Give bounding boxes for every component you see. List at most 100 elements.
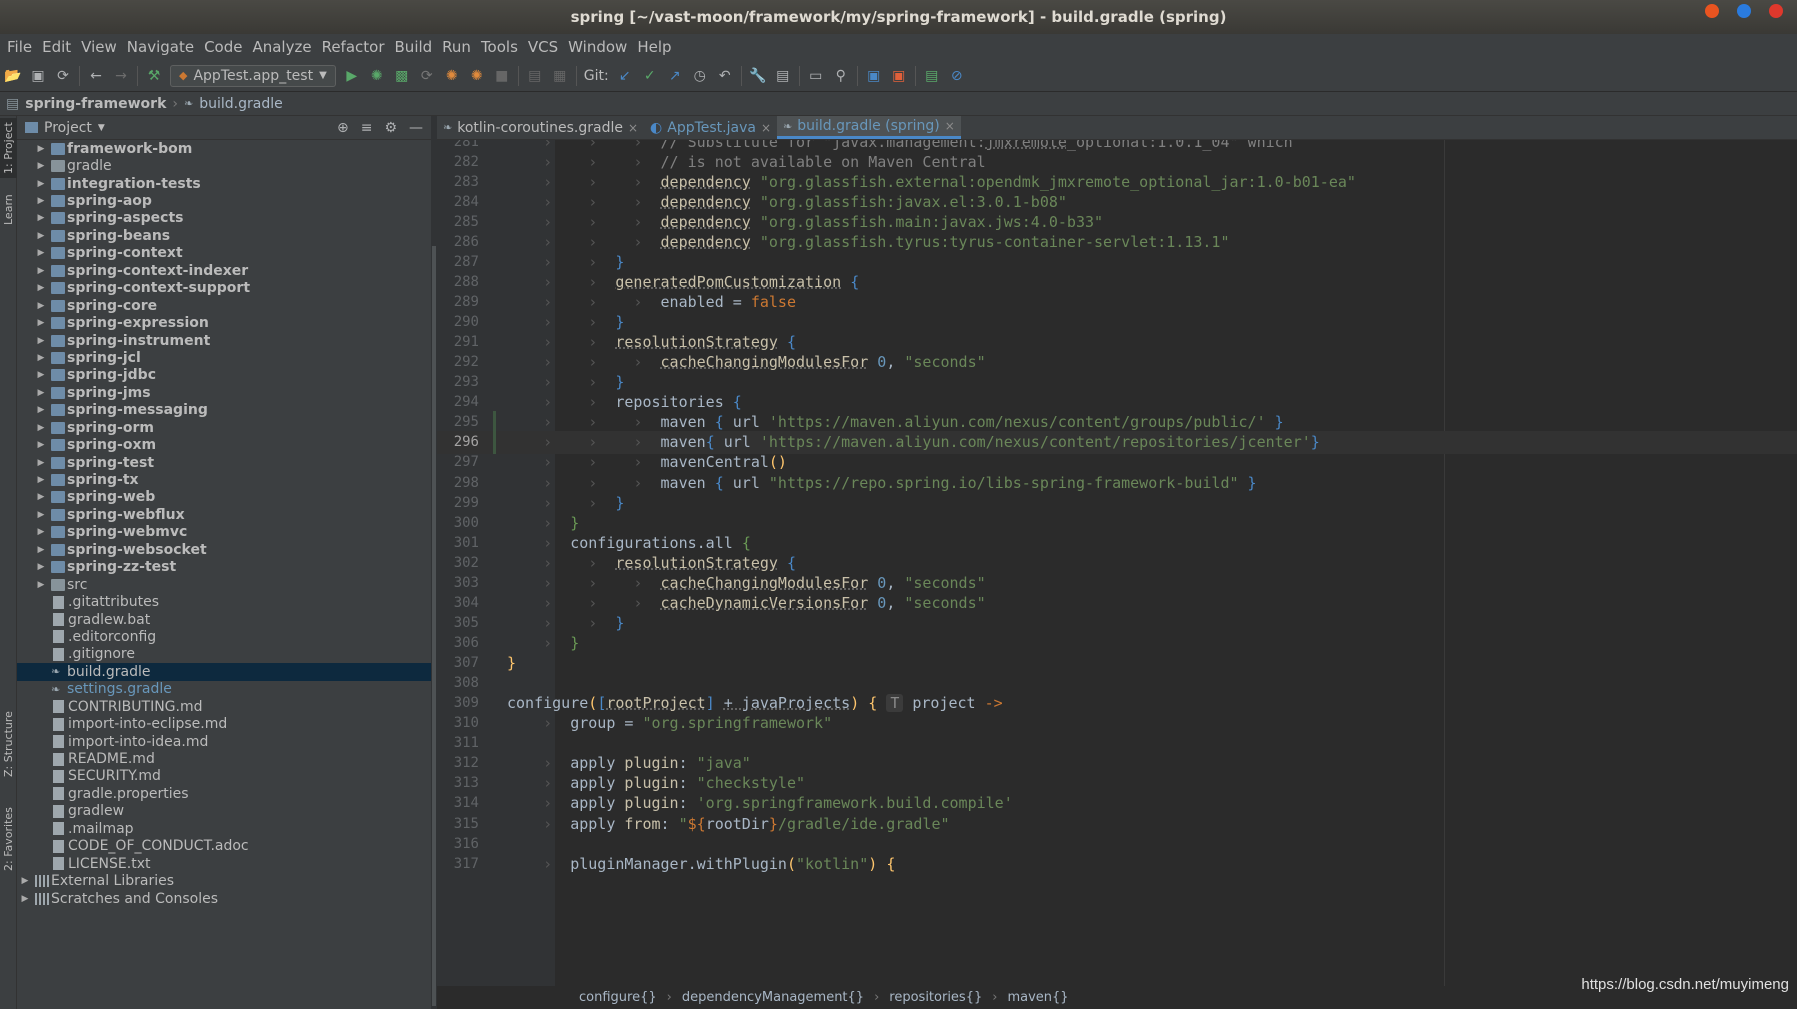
profile-icon[interactable]: ⟳ [418,67,436,85]
menu-run[interactable]: Run [437,38,476,56]
tree-item[interactable]: ▶ gradle [17,157,431,174]
breadcrumb-item[interactable]: configure{} [579,990,657,1005]
search-icon[interactable]: ⚲ [832,67,850,85]
statistic-icon[interactable]: ▤ [923,67,941,85]
debug-ant-icon[interactable]: ✺ [468,67,486,85]
tree-item[interactable]: ▶ integration-tests [17,175,431,192]
tree-item[interactable]: CODE_OF_CONDUCT.adoc [17,838,431,855]
tree-item[interactable]: ▶ spring-orm [17,419,431,436]
git-rollback-icon[interactable]: ↶ [716,67,734,85]
expand-arrow-icon[interactable]: ▶ [35,231,47,241]
close-button[interactable] [1769,4,1783,18]
terminal-icon[interactable]: ▭ [807,67,825,85]
menu-edit[interactable]: Edit [37,38,76,56]
tree-item[interactable]: CONTRIBUTING.md [17,698,431,715]
expand-arrow-icon[interactable]: ▶ [35,318,47,328]
learn-tool-tab[interactable]: Learn [0,186,17,234]
menu-vcs[interactable]: VCS [523,38,563,56]
translate-icon[interactable]: ▣ [865,67,883,85]
project-tool-tab[interactable]: 1: Project [0,118,17,178]
breadcrumb-item[interactable]: maven{} [1007,990,1068,1005]
menu-analyze[interactable]: Analyze [247,38,316,56]
tree-item[interactable]: ❧ settings.gradle [17,681,431,698]
tree-item[interactable]: .gitignore [17,646,431,663]
expand-arrow-icon[interactable]: ▶ [35,562,47,572]
nav-project-root[interactable]: spring-framework [25,96,166,112]
debug-icon[interactable]: ✺ [368,67,386,85]
expand-arrow-icon[interactable]: ▶ [35,266,47,276]
menu-view[interactable]: View [76,38,122,56]
tree-item[interactable]: LICENSE.txt [17,855,431,872]
expand-arrow-icon[interactable]: ▶ [19,894,31,904]
disable-icon[interactable]: ⊘ [948,67,966,85]
git-commit-icon[interactable]: ✓ [641,67,659,85]
project-scrollbar-thumb[interactable] [432,246,436,1006]
expand-arrow-icon[interactable]: ▶ [35,301,47,311]
tree-item[interactable]: ▶ spring-websocket [17,541,431,558]
maximize-button[interactable] [1737,4,1751,18]
expand-arrow-icon[interactable]: ▶ [35,179,47,189]
minimize-button[interactable] [1705,4,1719,18]
tree-item[interactable]: ▶ spring-instrument [17,332,431,349]
expand-arrow-icon[interactable]: ▶ [35,388,47,398]
tree-item[interactable]: ▶ spring-zz-test [17,559,431,576]
expand-arrow-icon[interactable]: ▶ [35,545,47,555]
gear-icon[interactable]: ⚙ [384,120,397,136]
tree-item[interactable]: ▶ Scratches and Consoles [17,890,431,907]
menu-window[interactable]: Window [563,38,632,56]
expand-arrow-icon[interactable]: ▶ [35,475,47,485]
expand-arrow-icon[interactable]: ▶ [35,510,47,520]
tree-item[interactable]: ▶ spring-jms [17,384,431,401]
tree-item[interactable]: .gitattributes [17,593,431,610]
breadcrumb-item[interactable]: repositories{} [889,990,982,1005]
structure-tool-tab[interactable]: Z: Structure [0,706,17,782]
expand-arrow-icon[interactable]: ▶ [35,196,47,206]
expand-arrow-icon[interactable]: ▶ [35,423,47,433]
build-hammer-icon[interactable]: ⚒ [145,67,163,85]
tree-item[interactable]: ▶ spring-context-support [17,280,431,297]
expand-arrow-icon[interactable]: ▶ [35,580,47,590]
breadcrumb-item[interactable]: dependencyManagement{} [682,990,864,1005]
hide-icon[interactable]: — [409,120,423,136]
expand-arrow-icon[interactable]: ▶ [35,527,47,537]
tree-item[interactable]: gradle.properties [17,785,431,802]
menu-navigate[interactable]: Navigate [122,38,199,56]
tree-item[interactable]: gradlew [17,803,431,820]
menu-code[interactable]: Code [199,38,247,56]
editor-tab[interactable]: ❧ kotlin-coroutines.gradle × [437,116,644,139]
expand-arrow-icon[interactable]: ▶ [35,440,47,450]
tree-item[interactable]: ▶ src [17,576,431,593]
project-view-title[interactable]: Project [44,120,92,136]
run-icon[interactable]: ▶ [343,67,361,85]
expand-arrow-icon[interactable]: ▶ [35,248,47,258]
nav-file[interactable]: build.gradle [199,96,283,112]
back-arrow-icon[interactable]: ← [87,67,105,85]
tree-item[interactable]: ▶ spring-web [17,489,431,506]
tree-item[interactable]: ▶ spring-messaging [17,402,431,419]
tree-item[interactable]: ▶ spring-webmvc [17,524,431,541]
tree-item[interactable]: .editorconfig [17,628,431,645]
tree-item[interactable]: ❧ build.gradle [17,663,431,681]
editor-tab[interactable]: ◐ AppTest.java × [644,116,777,139]
forward-arrow-icon[interactable]: → [112,67,130,85]
tree-item[interactable]: ▶ framework-bom [17,140,431,157]
attach-icon[interactable]: ▤ [526,67,544,85]
tree-item[interactable]: ▶ spring-core [17,297,431,314]
run-ant-icon[interactable]: ✺ [443,67,461,85]
project-structure-icon[interactable]: ▤ [774,67,792,85]
git-history-icon[interactable]: ◷ [691,67,709,85]
code-line[interactable]: 317 › pluginManager.withPlugin("kotlin")… [437,852,1797,875]
stop-icon[interactable]: ■ [493,67,511,85]
office-icon[interactable]: ▣ [890,67,908,85]
tree-item[interactable]: ▶ spring-expression [17,314,431,331]
tree-item[interactable]: README.md [17,750,431,767]
tree-item[interactable]: SECURITY.md [17,768,431,785]
close-icon[interactable]: × [945,119,955,133]
tree-item[interactable]: ▶ spring-tx [17,471,431,488]
tree-item[interactable]: ▶ spring-aspects [17,210,431,227]
close-icon[interactable]: × [628,121,638,135]
tree-item[interactable]: ▶ External Libraries [17,872,431,889]
coverage-icon[interactable]: ▩ [393,67,411,85]
tree-item[interactable]: gradlew.bat [17,611,431,628]
tree-item[interactable]: ▶ spring-beans [17,227,431,244]
